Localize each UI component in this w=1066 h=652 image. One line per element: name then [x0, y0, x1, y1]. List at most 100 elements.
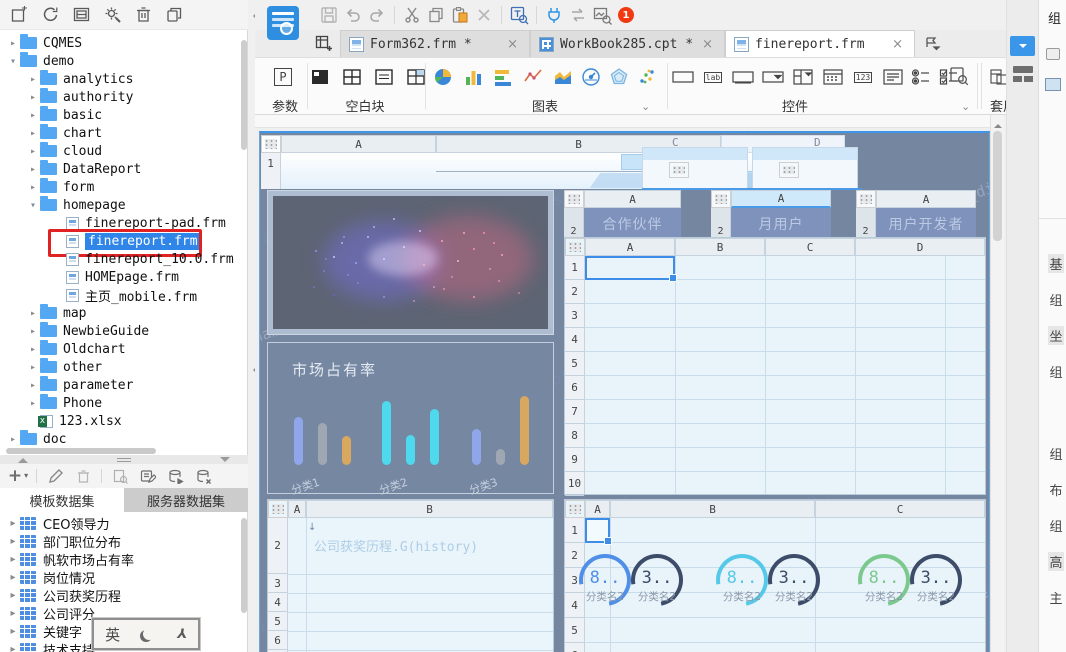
file-tab[interactable]: Form362.frm * ×	[340, 30, 530, 57]
expand-arrow-icon[interactable]	[6, 56, 20, 67]
column-header[interactable]: A	[731, 190, 831, 208]
row-header[interactable]: 2	[268, 518, 287, 574]
delete-dataset-icon[interactable]	[73, 467, 93, 485]
expand-arrow-icon[interactable]	[6, 38, 20, 49]
new-template-icon[interactable]	[8, 4, 30, 26]
right-panel-item[interactable]: 基	[1048, 254, 1064, 273]
dataset-tab[interactable]: 服务器数据集	[124, 488, 248, 512]
tree-item[interactable]: finereport-pad.frm	[0, 214, 240, 232]
tree-item[interactable]: demo	[0, 52, 240, 70]
undo-icon[interactable]	[341, 3, 365, 27]
expand-arrow-icon[interactable]	[26, 326, 40, 337]
canvas-vertical-scrollbar[interactable]	[990, 115, 1004, 652]
row-header[interactable]: 9	[565, 448, 584, 472]
block-drag-handle[interactable]	[779, 162, 799, 178]
column-header[interactable]: A	[584, 190, 681, 208]
tree-item[interactable]: finereport_10.0.frm	[0, 250, 240, 268]
tab-list-dropdown-icon[interactable]	[925, 37, 941, 51]
tree-horizontal-scrollbar[interactable]	[6, 448, 156, 454]
row-header[interactable]: 4	[565, 328, 584, 352]
tree-item[interactable]: Oldchart	[0, 340, 240, 358]
expand-arrow-icon[interactable]	[26, 74, 40, 85]
panel-splitter[interactable]	[0, 455, 248, 464]
right-panel-item[interactable]: 坐	[1048, 326, 1064, 345]
row-header[interactable]: 5	[268, 612, 287, 631]
area-chart-icon[interactable]	[551, 65, 575, 89]
tree-item[interactable]: HOMEpage.frm	[0, 268, 240, 286]
donut-gauge[interactable]: 3.. 分类名2	[899, 543, 973, 617]
splitter-grip[interactable]	[117, 457, 131, 462]
tree-item[interactable]: other	[0, 358, 240, 376]
row-header[interactable]: 2	[711, 208, 731, 237]
block-drag-handle[interactable]	[565, 238, 585, 256]
dataset-item[interactable]: ▸ 公司获奖历程	[0, 586, 240, 605]
row-header[interactable]: 8	[565, 424, 584, 448]
right-panel-item[interactable]: 高	[1048, 552, 1064, 571]
expand-arrow-icon[interactable]	[26, 128, 40, 139]
expand-arrow-icon[interactable]	[6, 434, 20, 445]
component-group-icon[interactable]	[1046, 48, 1060, 60]
tab-close-icon[interactable]: ×	[889, 37, 906, 52]
chart-more-chevron-icon[interactable]: ⌄	[641, 100, 651, 113]
right-panel-item[interactable]: 组	[1048, 362, 1064, 381]
particle-fireworks-chart-block[interactable]	[267, 190, 554, 335]
row-header[interactable]: 6	[565, 376, 584, 400]
block-drag-handle[interactable]	[711, 190, 731, 208]
dataset-item[interactable]: ▸ 帆软市场占有率	[0, 550, 240, 569]
row-header[interactable]: 6	[268, 631, 287, 650]
tree-item[interactable]: doc	[0, 430, 240, 448]
scatter-chart-icon[interactable]	[635, 65, 659, 89]
expand-arrow-icon[interactable]: ▸	[6, 554, 20, 565]
widget-more-chevron-icon[interactable]: ⌄	[961, 100, 971, 113]
row-header[interactable]: 10	[565, 472, 584, 496]
block-dashboard-icon[interactable]	[309, 65, 333, 89]
row-header[interactable]: 3	[565, 304, 584, 328]
row-header[interactable]: 5	[565, 352, 584, 376]
text-input-widget-icon[interactable]	[731, 65, 755, 89]
dataset-item[interactable]: ▸ CEO领导力	[0, 514, 240, 533]
splitter-collapse-up-icon[interactable]	[18, 453, 28, 463]
edit-dataset-icon[interactable]	[45, 467, 65, 485]
expand-arrow-icon[interactable]: ▸	[6, 644, 20, 652]
partner-header-cell[interactable]: 合作伙伴	[584, 208, 681, 237]
expand-arrow-icon[interactable]	[26, 380, 40, 391]
monthly-users-report-block[interactable]: A 2 月用户	[711, 190, 831, 237]
form-body-selected[interactable]: =left($fine_display_name,find("(",$fine_…	[259, 131, 990, 652]
duplicate-icon[interactable]	[163, 4, 185, 26]
column-header[interactable]: A	[288, 500, 306, 518]
new-worksheet-icon[interactable]	[315, 35, 332, 52]
tree-item[interactable]: authority	[0, 88, 240, 106]
column-header[interactable]: C	[815, 500, 985, 518]
column-header[interactable]: D	[855, 238, 985, 256]
row-header[interactable]: 4	[268, 593, 287, 612]
tree-vertical-scrollbar[interactable]	[241, 40, 247, 150]
developers-header-cell[interactable]: 用户开发者	[876, 208, 976, 237]
column-header[interactable]: A	[281, 135, 436, 153]
component-dropdown-button[interactable]	[1010, 36, 1035, 56]
expand-arrow-icon[interactable]	[26, 164, 40, 175]
textbox-widget-icon[interactable]	[671, 65, 695, 89]
expand-arrow-icon[interactable]: ▸	[6, 536, 20, 547]
tree-item[interactable]: Phone	[0, 394, 240, 412]
tab-close-icon[interactable]: ×	[504, 37, 521, 52]
market-share-chart-block[interactable]: 市场占有率 分类1 分类2 分类3	[267, 342, 554, 497]
cut-icon[interactable]	[400, 3, 424, 27]
tree-item[interactable]: map	[0, 304, 240, 322]
calendar-widget-icon[interactable]	[821, 65, 845, 89]
input-method-bar[interactable]: 英 ⅄	[91, 617, 201, 651]
save-icon[interactable]	[317, 3, 341, 27]
redo-icon[interactable]	[365, 3, 389, 27]
text-search-icon[interactable]	[507, 3, 531, 27]
tree-item[interactable]: finereport.frm	[0, 229, 240, 257]
swap-icon[interactable]	[566, 3, 590, 27]
tree-item[interactable]: DataReport	[0, 160, 240, 178]
expand-arrow-icon[interactable]	[26, 344, 40, 355]
ime-switch-icon[interactable]: ⅄	[176, 627, 188, 642]
expand-arrow-icon[interactable]: ▸	[6, 572, 20, 583]
block-drag-handle[interactable]	[856, 190, 876, 208]
tree-item[interactable]: cloud	[0, 142, 240, 160]
tree-item[interactable]: CQMES	[0, 34, 240, 52]
block-drag-handle[interactable]	[669, 162, 689, 178]
row-header[interactable]: 6	[565, 643, 584, 652]
block-drag-handle[interactable]	[565, 500, 585, 518]
